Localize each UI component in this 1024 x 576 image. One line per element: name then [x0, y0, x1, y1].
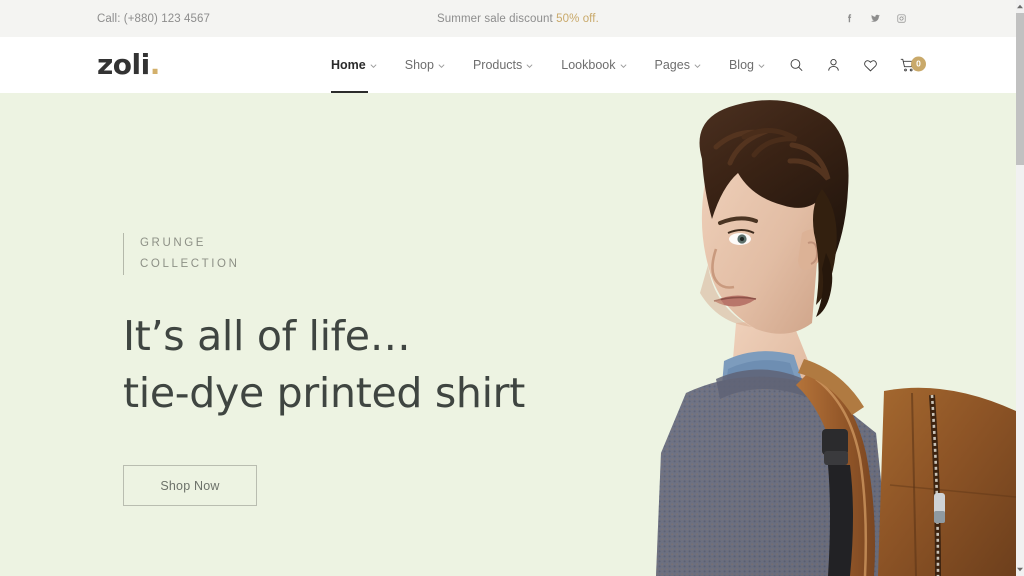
twitter-icon[interactable] [869, 12, 882, 25]
nav-label-home: Home [331, 58, 366, 72]
user-account-icon[interactable] [825, 57, 842, 74]
hero-headline-line1: It’s all of life… [123, 312, 411, 360]
nav-item-blog[interactable]: Blog [715, 37, 779, 93]
nav-label-shop: Shop [404, 58, 434, 72]
chevron-down-icon [370, 63, 377, 68]
social-links [843, 12, 908, 25]
cart-count-badge: 0 [911, 56, 926, 72]
chevron-down-icon [758, 63, 765, 68]
shop-now-button[interactable]: Shop Now [123, 465, 257, 506]
contact-phone: Call: (+880) 123 4567 [97, 12, 211, 25]
nav-label-blog: Blog [728, 58, 754, 72]
hero-banner: Grunge Collection It’s all of life… tie-… [0, 93, 1016, 576]
facebook-icon[interactable] [843, 12, 856, 25]
search-icon[interactable] [788, 57, 805, 74]
hero-model-image [616, 93, 1016, 576]
hero-eyebrow-line2: Collection [140, 258, 240, 270]
hero-headline: It’s all of life… tie-dye printed shirt [123, 308, 593, 422]
nav-label-pages: Pages [654, 58, 690, 72]
chevron-down-icon [526, 63, 533, 68]
hero-headline-line2: tie-dye printed shirt [123, 369, 526, 417]
wishlist-heart-icon[interactable] [862, 57, 879, 74]
scrollbar-thumb[interactable] [1016, 13, 1024, 165]
chevron-down-icon [694, 63, 701, 68]
top-utility-bar: Call: (+880) 123 4567 Summer sale discou… [0, 0, 1016, 37]
scroll-down-arrow[interactable] [1016, 563, 1024, 576]
nav-label-lookbook: Lookbook [561, 58, 616, 72]
site-header: zoli. Home Shop Products Lookbook Pages [0, 37, 1016, 93]
nav-item-home[interactable]: Home [331, 37, 391, 93]
cart-button[interactable]: 0 [899, 56, 926, 74]
nav-item-pages[interactable]: Pages [641, 37, 715, 93]
nav-label-products: Products [472, 58, 523, 72]
brand-logo-dot: . [149, 48, 161, 81]
hero-copy: Grunge Collection It’s all of life… tie-… [123, 233, 593, 506]
main-navigation: Home Shop Products Lookbook Pages Blog [331, 37, 779, 93]
chevron-down-icon [620, 63, 626, 68]
promo-message: Summer sale discount 50% off. [437, 13, 599, 25]
chevron-down-icon [438, 63, 445, 68]
promo-text: Summer sale discount [437, 12, 557, 25]
nav-item-products[interactable]: Products [459, 37, 547, 93]
page-root: Call: (+880) 123 4567 Summer sale discou… [0, 0, 1024, 576]
instagram-icon[interactable] [895, 12, 908, 25]
nav-item-lookbook[interactable]: Lookbook [547, 37, 640, 93]
page-scrollbar[interactable] [1016, 0, 1024, 576]
brand-logo-text: zoli [97, 48, 150, 81]
scroll-up-arrow[interactable] [1016, 0, 1024, 13]
promo-discount: 50% off. [556, 12, 599, 25]
hero-eyebrow-line1: Grunge [140, 237, 207, 249]
hero-eyebrow: Grunge Collection [123, 233, 593, 275]
brand-logo[interactable]: zoli. [97, 51, 160, 79]
nav-item-shop[interactable]: Shop [391, 37, 459, 93]
header-action-icons: 0 [788, 56, 926, 74]
